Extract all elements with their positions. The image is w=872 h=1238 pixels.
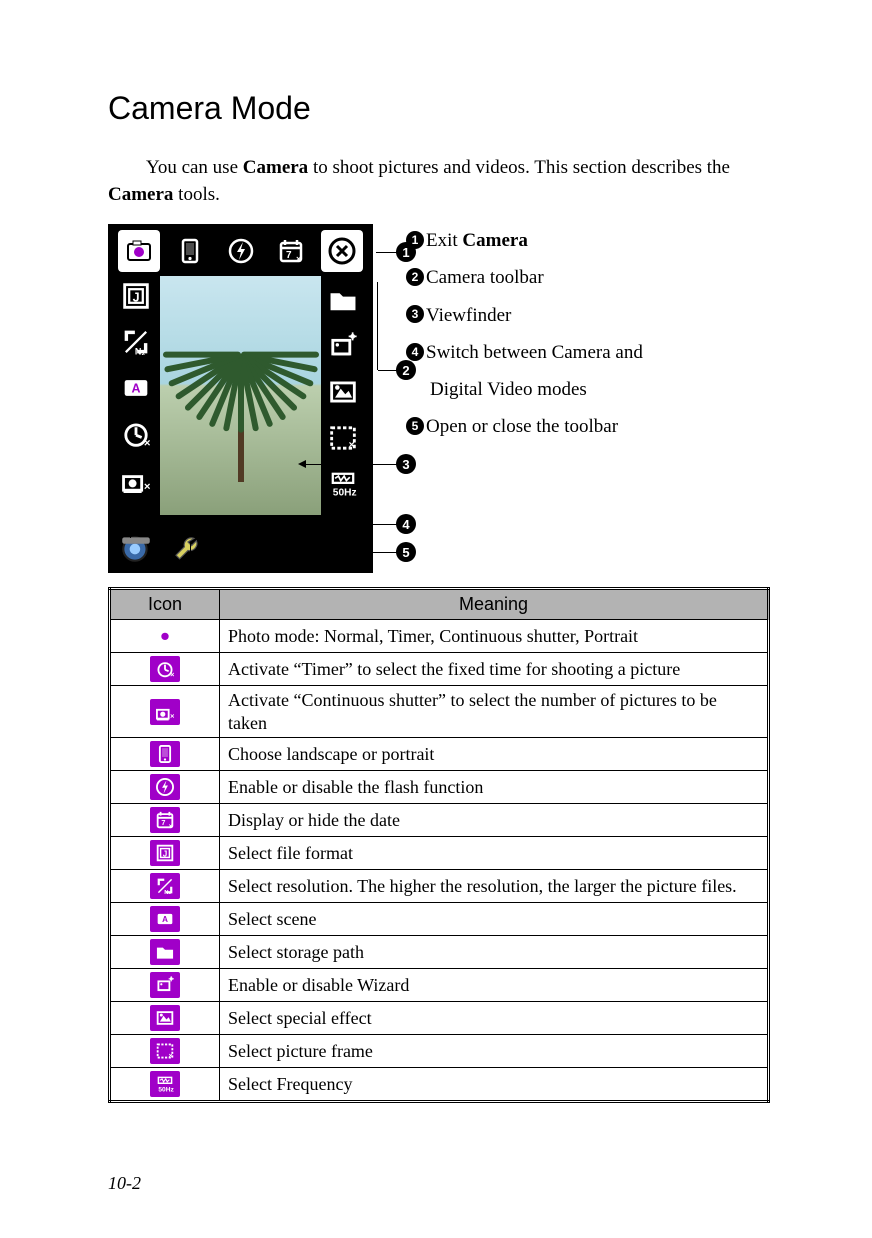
icon-cell xyxy=(110,620,220,653)
storage-path-icon xyxy=(150,939,180,965)
table-row: Activate “Continuous shutter” to select … xyxy=(110,686,769,738)
storage-path-icon xyxy=(323,280,363,320)
close-icon xyxy=(321,230,363,272)
timer-icon xyxy=(150,656,180,682)
callout-3: 3Viewfinder xyxy=(406,299,643,332)
meaning-cell: Select special effect xyxy=(220,1002,769,1035)
icon-cell xyxy=(110,771,220,804)
callout-marker-4: 4 xyxy=(396,514,416,534)
meaning-cell: Select storage path xyxy=(220,936,769,969)
viewfinder xyxy=(160,276,321,515)
meaning-cell: Activate “Continuous shutter” to select … xyxy=(220,686,769,738)
resolution-icon xyxy=(116,322,156,362)
table-row: Select storage path xyxy=(110,936,769,969)
toolbar-toggle-icon xyxy=(168,528,208,568)
callout-4: 4Switch between Camera and xyxy=(406,336,643,369)
meaning-cell: Activate “Timer” to select the fixed tim… xyxy=(220,653,769,686)
file-format-icon xyxy=(150,840,180,866)
icon-cell xyxy=(110,653,220,686)
callout-2: 2Camera toolbar xyxy=(406,261,643,294)
callout-4-cont: Digital Video modes xyxy=(406,373,643,406)
meaning-cell: Enable or disable the flash function xyxy=(220,771,769,804)
frequency-icon xyxy=(150,1071,180,1097)
icon-cell xyxy=(110,903,220,936)
flash-icon xyxy=(220,230,262,272)
meaning-cell: Choose landscape or portrait xyxy=(220,738,769,771)
callout-legend: 1Exit Camera 2Camera toolbar 3Viewfinder… xyxy=(406,224,643,448)
picture-frame-icon xyxy=(150,1038,180,1064)
callout-marker-3: 3 xyxy=(396,454,416,474)
continuous-shutter-icon xyxy=(116,460,156,500)
page-title: Camera Mode xyxy=(108,90,770,127)
meaning-cell: Select scene xyxy=(220,903,769,936)
callout-1: 1Exit Camera xyxy=(406,224,643,257)
table-row: Select picture frame xyxy=(110,1035,769,1068)
orientation-icon xyxy=(169,230,211,272)
timer-icon xyxy=(116,414,156,454)
page-number: 10-2 xyxy=(108,1173,141,1194)
icon-cell xyxy=(110,870,220,903)
callout-5: 5Open or close the toolbar xyxy=(406,410,643,443)
icon-cell xyxy=(110,936,220,969)
meaning-cell: Select picture frame xyxy=(220,1035,769,1068)
screenshot-figure: 1 2 3 4 5 xyxy=(108,224,380,573)
meaning-cell: Display or hide the date xyxy=(220,804,769,837)
camera-toolbar xyxy=(118,230,363,272)
icon-cell xyxy=(110,969,220,1002)
date-icon xyxy=(270,230,312,272)
table-row: Select special effect xyxy=(110,1002,769,1035)
icon-cell xyxy=(110,686,220,738)
meaning-cell: Select file format xyxy=(220,837,769,870)
icon-cell xyxy=(110,804,220,837)
special-effect-icon xyxy=(323,372,363,412)
file-format-icon xyxy=(116,276,156,316)
table-row: Select Frequency xyxy=(110,1068,769,1102)
table-row: Choose landscape or portrait xyxy=(110,738,769,771)
orientation-icon xyxy=(150,741,180,767)
flash-icon xyxy=(150,774,180,800)
scene-icon xyxy=(150,906,180,932)
icon-cell xyxy=(110,738,220,771)
continuous-shutter-icon xyxy=(150,699,180,725)
meaning-cell: Select Frequency xyxy=(220,1068,769,1102)
icon-cell xyxy=(110,837,220,870)
table-row: Select scene xyxy=(110,903,769,936)
photo-mode-icon xyxy=(118,230,160,272)
table-row: Display or hide the date xyxy=(110,804,769,837)
table-row: Photo mode: Normal, Timer, Continuous sh… xyxy=(110,620,769,653)
frequency-icon xyxy=(323,464,363,504)
meaning-cell: Select resolution. The higher the resolu… xyxy=(220,870,769,903)
photo-mode-icon xyxy=(150,623,180,649)
intro-paragraph: You can use Camera to shoot pictures and… xyxy=(108,155,770,208)
table-header-icon: Icon xyxy=(110,589,220,620)
table-row: Select file format xyxy=(110,837,769,870)
callout-marker-5: 5 xyxy=(396,542,416,562)
table-row: Enable or disable Wizard xyxy=(110,969,769,1002)
table-header-meaning: Meaning xyxy=(220,589,769,620)
mode-switch-icon xyxy=(116,528,156,568)
icon-cell xyxy=(110,1002,220,1035)
meaning-cell: Photo mode: Normal, Timer, Continuous sh… xyxy=(220,620,769,653)
icon-cell xyxy=(110,1035,220,1068)
picture-frame-icon xyxy=(323,418,363,458)
special-effect-icon xyxy=(150,1005,180,1031)
wizard-icon xyxy=(150,972,180,998)
resolution-icon xyxy=(150,873,180,899)
icon-cell xyxy=(110,1068,220,1102)
table-row: Activate “Timer” to select the fixed tim… xyxy=(110,653,769,686)
scene-icon xyxy=(116,368,156,408)
table-row: Enable or disable the flash function xyxy=(110,771,769,804)
date-icon xyxy=(150,807,180,833)
wizard-icon xyxy=(323,326,363,366)
table-row: Select resolution. The higher the resolu… xyxy=(110,870,769,903)
meaning-cell: Enable or disable Wizard xyxy=(220,969,769,1002)
icon-meaning-table: Icon Meaning Photo mode: Normal, Timer, … xyxy=(108,587,770,1103)
